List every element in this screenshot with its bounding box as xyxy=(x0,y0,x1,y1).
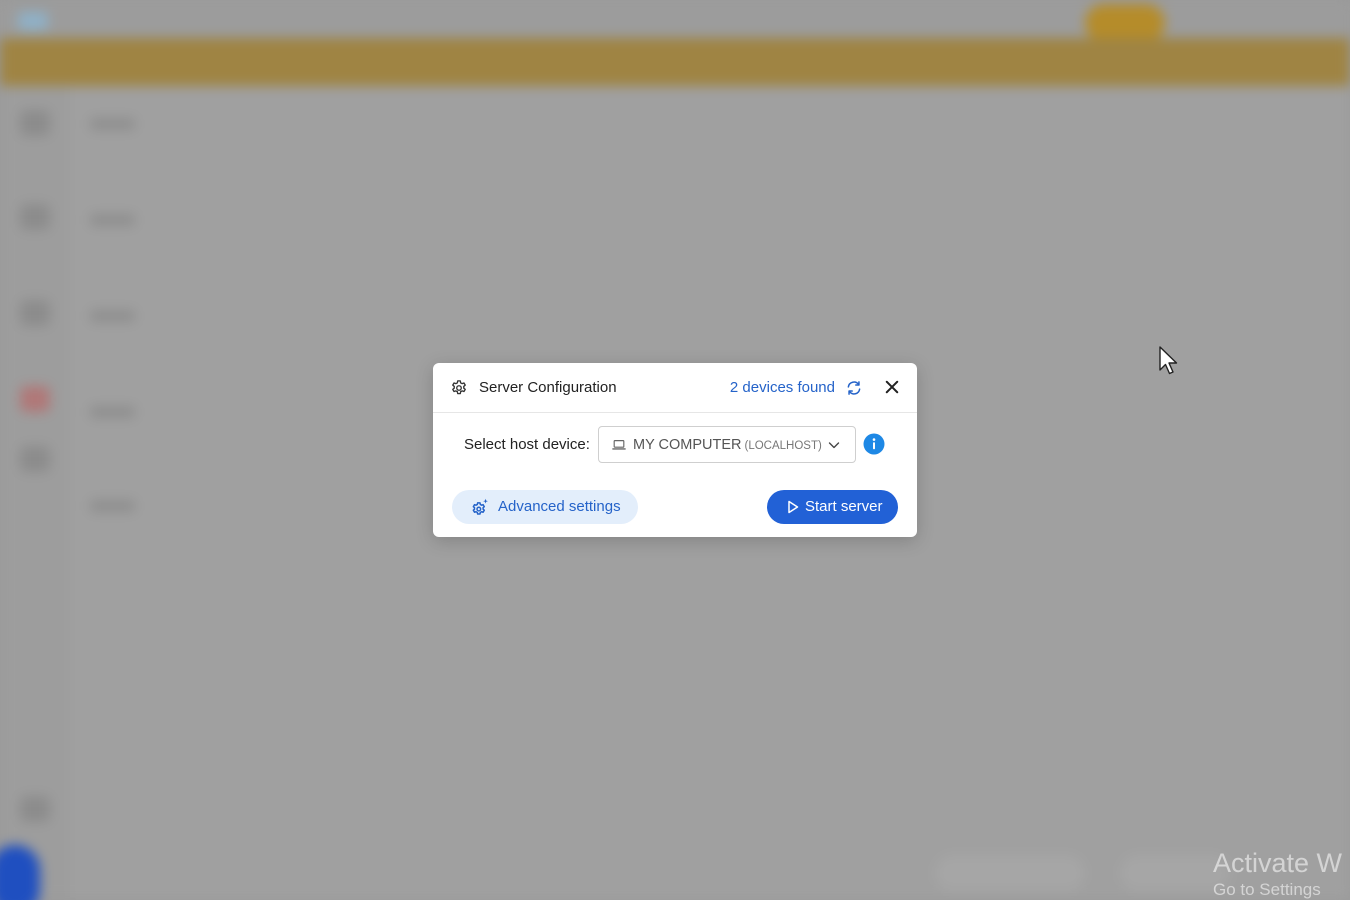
gear-icon xyxy=(452,380,466,395)
devices-found-link[interactable]: 2 devices found xyxy=(730,379,835,397)
dialog-title: Server Configuration xyxy=(479,379,617,396)
refresh-icon[interactable] xyxy=(845,379,863,397)
close-icon[interactable] xyxy=(883,378,901,396)
app-sidebar xyxy=(0,86,70,900)
sidebar-text xyxy=(90,118,135,130)
app-fab xyxy=(0,845,40,900)
chevron-down-icon xyxy=(828,442,840,449)
selected-device-name: MY COMPUTER xyxy=(633,437,742,453)
gears-sparkle-icon xyxy=(472,498,488,515)
host-device-select[interactable]: MY COMPUTER (LOCALHOST) xyxy=(598,426,856,463)
sidebar-text xyxy=(90,310,135,322)
selected-device: MY COMPUTER (LOCALHOST) xyxy=(633,436,822,455)
server-configuration-dialog: Server Configuration 2 devices found Sel… xyxy=(433,363,917,537)
sidebar-icon xyxy=(20,300,50,326)
advanced-settings-button[interactable]: Advanced settings xyxy=(452,490,638,524)
sidebar-text xyxy=(90,500,135,512)
start-server-label: Start server xyxy=(805,498,883,515)
app-footer-button xyxy=(935,855,1085,891)
sidebar-icon xyxy=(20,110,50,136)
watermark-title: Activate W xyxy=(1213,848,1343,878)
activation-watermark: Activate W Go to Settings xyxy=(1213,846,1342,900)
sidebar-icon xyxy=(20,204,50,230)
sidebar-icon xyxy=(20,446,50,472)
app-top-pill xyxy=(1085,4,1165,42)
sidebar-icon xyxy=(20,796,50,822)
app-logo xyxy=(18,12,48,30)
dialog-header: Server Configuration 2 devices found xyxy=(433,363,917,413)
mouse-cursor-icon xyxy=(1159,346,1178,375)
laptop-icon xyxy=(612,440,626,450)
watermark-subtitle: Go to Settings xyxy=(1213,880,1321,899)
sidebar-text xyxy=(90,214,135,226)
host-device-label: Select host device: xyxy=(464,436,590,453)
selected-device-host: (LOCALHOST) xyxy=(744,440,822,452)
info-icon[interactable] xyxy=(863,433,885,455)
sidebar-text xyxy=(90,406,135,418)
start-server-button[interactable]: Start server xyxy=(767,490,898,524)
app-topbar xyxy=(0,0,1350,42)
play-icon xyxy=(788,500,799,514)
sidebar-icon xyxy=(20,386,50,412)
advanced-settings-label: Advanced settings xyxy=(498,498,621,515)
app-banner xyxy=(0,38,1350,86)
